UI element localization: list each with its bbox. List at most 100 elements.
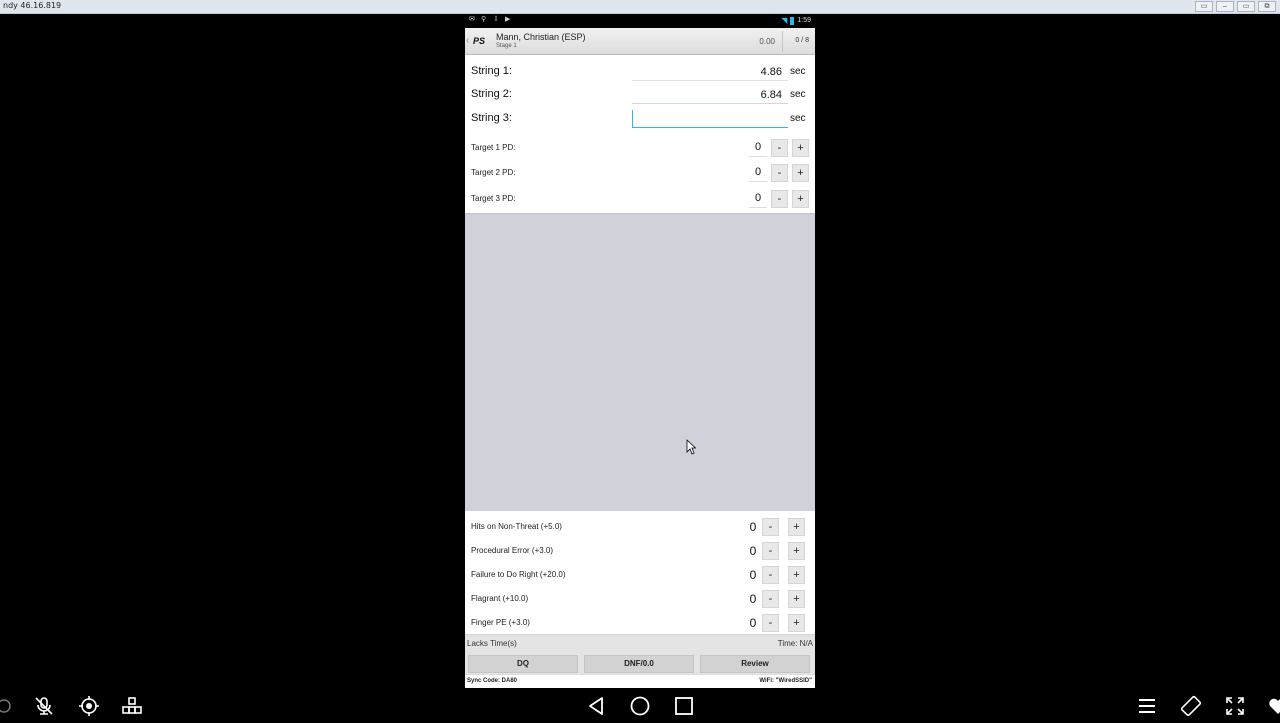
review-button[interactable]: Review [700,655,810,673]
time-and-targets-form: String 1: sec String 2: sec String 3: se… [465,55,815,213]
string-row: String 1: sec [465,60,815,82]
penalty-value[interactable]: 0 [746,544,760,558]
string-2-input[interactable] [632,86,782,103]
penalty-value[interactable]: 0 [746,568,760,582]
location-target-icon[interactable] [77,694,101,718]
target-row: Target 2 PD: 0 - + [465,161,815,185]
target-label: Target 3 PD: [471,194,516,203]
lacks-time-label: Lacks Time(s) [467,639,517,648]
menu-hamburger-icon[interactable] [1135,694,1159,718]
value-underline [749,156,767,157]
penalty-1-decrement-button[interactable]: - [762,518,779,536]
back-triangle-icon[interactable] [584,694,608,718]
keyboard-mapping-icon[interactable] [120,694,144,718]
phone-screen: ✉ ⚲ ⇩ ▶ ◥ 1:59 ‹ PS Mann, Christian (ESP… [465,14,815,688]
usb-icon: ⚲ [481,16,487,23]
emulator-title: ndy 46.16.819 [3,1,62,10]
penalty-2-increment-button[interactable]: + [788,542,805,560]
app-action-bar: ‹ PS Mann, Christian (ESP) Stage 1 0.00 … [465,28,815,55]
penalty-4-decrement-button[interactable]: - [762,590,779,608]
window-restore-button[interactable]: ⧉ [1258,1,1276,12]
window-minimize-button[interactable]: – [1216,1,1234,12]
string-label: String 3: [471,112,512,124]
competitor-name: Mann, Christian (ESP) [496,32,586,42]
string-2-field[interactable] [632,86,788,104]
penalty-3-decrement-button[interactable]: - [762,566,779,584]
penalty-row: Hits on Non-Threat (+5.0) 0 - + [465,514,815,538]
penalty-row: Failure to Do Right (+20.0) 0 - + [465,562,815,586]
value-underline [749,207,767,208]
competitor-counter-button[interactable]: 0 / 8 [795,37,809,44]
time-label: Time: N/A [777,639,813,648]
penalty-2-decrement-button[interactable]: - [762,542,779,560]
status-time: 1:59 [797,17,811,24]
target-value[interactable]: 0 [751,166,765,178]
penalty-row: Finger PE (+3.0) 0 - + [465,610,815,634]
appbar-divider [782,31,783,52]
window-option-button[interactable]: ▭ [1195,1,1213,12]
penalty-value[interactable]: 0 [746,616,760,630]
target-row: Target 1 PD: 0 - + [465,136,815,160]
wifi-ssid: WiFi: "WiredSSID" [759,678,812,684]
string-3-field[interactable] [632,110,788,128]
penalty-3-increment-button[interactable]: + [788,566,805,584]
app-logo[interactable]: PS [473,34,492,48]
emulator-nav-bar [0,690,1280,720]
penalty-5-decrement-button[interactable]: - [762,614,779,632]
string-1-field[interactable] [632,63,788,81]
heart-icon[interactable] [1266,694,1280,718]
penalty-value[interactable]: 0 [746,520,760,534]
back-chevron-icon[interactable]: ‹ [466,35,469,46]
penalty-label: Flagrant (+10.0) [471,594,529,603]
empty-scroll-area [465,213,815,511]
target-1-decrement-button[interactable]: - [771,139,788,157]
dq-button[interactable]: DQ [468,655,578,673]
recents-square-icon[interactable] [672,694,696,718]
penalty-row: Procedural Error (+3.0) 0 - + [465,538,815,562]
string-3-input[interactable] [633,110,783,127]
penalty-5-increment-button[interactable]: + [788,614,805,632]
target-label: Target 2 PD: [471,168,516,177]
sync-status-bar: Sync Code: DA80 WiFi: "WiredSSID" [465,674,815,688]
android-status-bar: ✉ ⚲ ⇩ ▶ ◥ 1:59 [465,14,815,28]
string-unit: sec [790,89,806,100]
footer-actions: Lacks Time(s) Time: N/A DQ DNF/0.0 Revie… [465,634,815,674]
target-2-increment-button[interactable]: + [792,164,809,182]
penalty-label: Finger PE (+3.0) [471,618,530,627]
window-maximize-button[interactable]: ▭ [1237,1,1255,12]
penalty-value[interactable]: 0 [746,592,760,606]
penalty-1-increment-button[interactable]: + [788,518,805,536]
string-row: String 2: sec [465,83,815,105]
dnf-button[interactable]: DNF/0.0 [584,655,694,673]
stage-label: Stage 1 [496,43,517,49]
target-1-increment-button[interactable]: + [792,139,809,157]
target-2-decrement-button[interactable]: - [771,164,788,182]
sync-code: Sync Code: DA80 [467,678,518,684]
target-value[interactable]: 0 [751,192,765,204]
mouse-pointer-icon [686,439,697,455]
penalty-label: Failure to Do Right (+20.0) [471,570,566,579]
penalty-row: Flagrant (+10.0) 0 - + [465,586,815,610]
target-label: Target 1 PD: [471,143,516,152]
wifi-icon: ◥ [781,16,788,25]
mic-off-icon[interactable] [32,694,56,718]
value-underline [749,181,767,182]
penalty-label: Procedural Error (+3.0) [471,546,554,555]
string-1-input[interactable] [632,63,782,80]
mail-icon: ✉ [469,16,475,23]
penalty-4-increment-button[interactable]: + [788,590,805,608]
fullscreen-icon[interactable] [1223,694,1247,718]
download-icon: ⇩ [493,16,499,23]
home-circle-icon[interactable] [628,694,652,718]
camera-icon[interactable] [0,694,16,718]
target-value[interactable]: 0 [751,141,765,153]
rotate-screen-icon[interactable] [1179,694,1203,718]
target-row: Target 3 PD: 0 - + [465,187,815,211]
play-icon: ▶ [505,16,511,23]
target-3-decrement-button[interactable]: - [771,190,788,208]
window-controls: ▭ – ▭ ⧉ [1195,1,1276,12]
string-row: String 3: sec [465,107,815,129]
emulator-titlebar: ndy 46.16.819 ▭ – ▭ ⧉ [0,0,1280,14]
score-value: 0.00 [759,37,775,46]
target-3-increment-button[interactable]: + [792,190,809,208]
